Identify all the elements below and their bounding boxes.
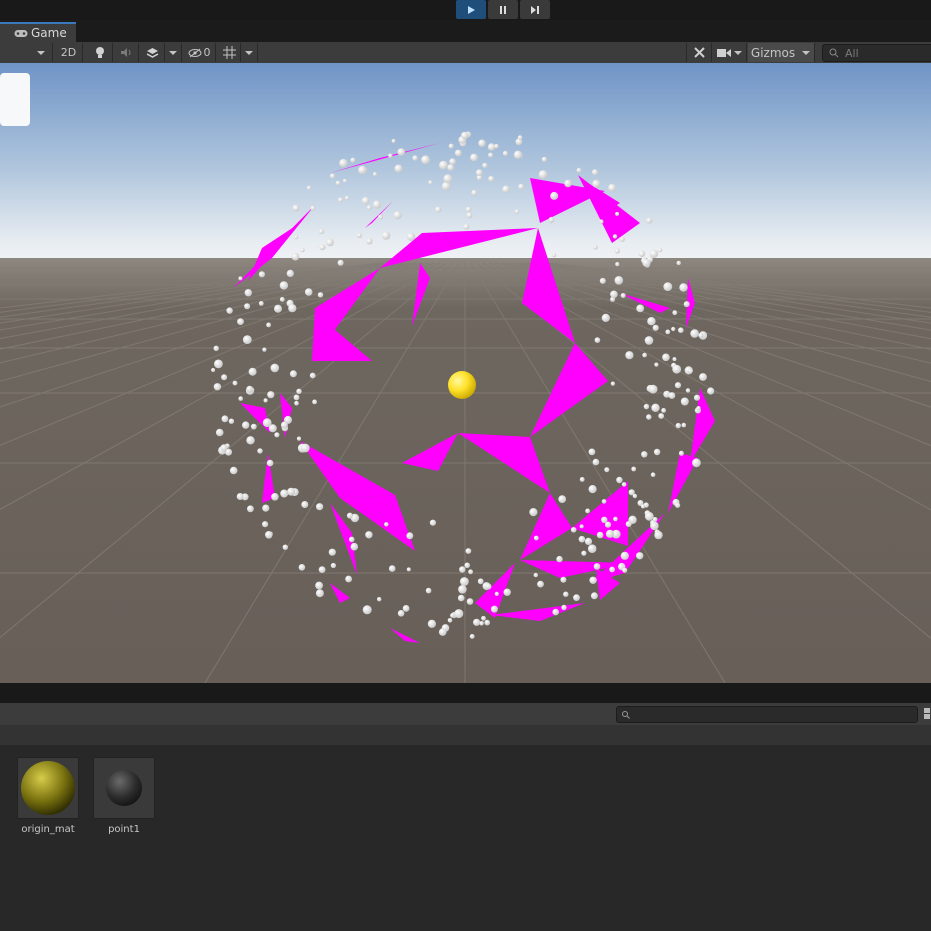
gizmos-dropdown[interactable]: [798, 43, 815, 62]
material-sphere-icon: [106, 770, 142, 806]
play-button[interactable]: [456, 0, 486, 19]
light-icon: [96, 47, 104, 58]
audio-toggle[interactable]: [114, 43, 139, 62]
layers-icon: [146, 47, 158, 58]
hierarchy-search-input[interactable]: All: [822, 44, 931, 62]
grid-icon: [222, 46, 236, 59]
hidden-count: 0: [203, 46, 211, 59]
tools-button[interactable]: [686, 43, 712, 62]
origin-sphere[interactable]: [448, 371, 476, 399]
layout-toggle[interactable]: [922, 707, 931, 720]
tools-icon: [693, 47, 705, 58]
asset-grid: origin_mat point1: [0, 745, 931, 931]
game-controller-icon: [14, 29, 28, 37]
draw-mode-dropdown[interactable]: [30, 43, 53, 62]
search-icon: [829, 48, 839, 58]
search-icon: [622, 711, 630, 719]
lighting-toggle[interactable]: [88, 43, 113, 62]
camera-dropdown[interactable]: [712, 43, 747, 62]
hidden-objects-toggle[interactable]: 0: [183, 43, 216, 62]
chevron-down-icon: [37, 50, 45, 55]
toggle-2d-label: 2D: [60, 46, 77, 59]
asset-thumbnail: [17, 757, 79, 819]
breadcrumb-bar: [0, 725, 931, 746]
ui-panel-block: [0, 73, 30, 126]
layout-icon: [924, 708, 930, 719]
chevron-down-icon: [169, 50, 177, 55]
pause-button[interactable]: [488, 0, 518, 19]
toggle-2d-button[interactable]: 2D: [55, 43, 83, 62]
step-button[interactable]: [520, 0, 550, 19]
chevron-down-icon: [802, 50, 810, 55]
material-sphere-icon: [21, 761, 75, 815]
project-search-input[interactable]: [616, 706, 918, 723]
play-controls-bar: [0, 0, 931, 20]
tab-game-label: Game: [31, 26, 67, 40]
step-icon: [531, 5, 539, 14]
search-placeholder: All: [845, 46, 859, 60]
gizmos-button[interactable]: Gizmos: [748, 43, 799, 62]
chevron-down-icon: [245, 50, 253, 55]
gizmos-label: Gizmos: [750, 45, 796, 60]
game-toolbar: 2D 0 Gizmos: [0, 42, 931, 64]
asset-point1[interactable]: point1: [93, 757, 155, 835]
asset-origin-mat[interactable]: origin_mat: [17, 757, 79, 835]
play-icon: [468, 5, 475, 14]
effects-toggle[interactable]: [140, 43, 165, 62]
effects-dropdown[interactable]: [165, 43, 182, 62]
asset-thumbnail: [93, 757, 155, 819]
chevron-down-icon: [733, 50, 742, 55]
tab-strip: [0, 20, 931, 43]
audio-icon: [120, 48, 130, 57]
grid-toggle[interactable]: [218, 43, 241, 62]
tab-game[interactable]: Game: [0, 22, 76, 42]
visibility-icon: [188, 48, 201, 57]
asset-label: origin_mat: [21, 824, 75, 835]
game-viewport[interactable]: [0, 63, 931, 683]
camera-icon: [716, 48, 731, 57]
asset-label: point1: [108, 824, 140, 835]
grid-dropdown[interactable]: [241, 43, 258, 62]
panel-splitter[interactable]: [0, 683, 931, 703]
scene-render[interactable]: [0, 63, 931, 683]
pause-icon: [500, 5, 506, 14]
